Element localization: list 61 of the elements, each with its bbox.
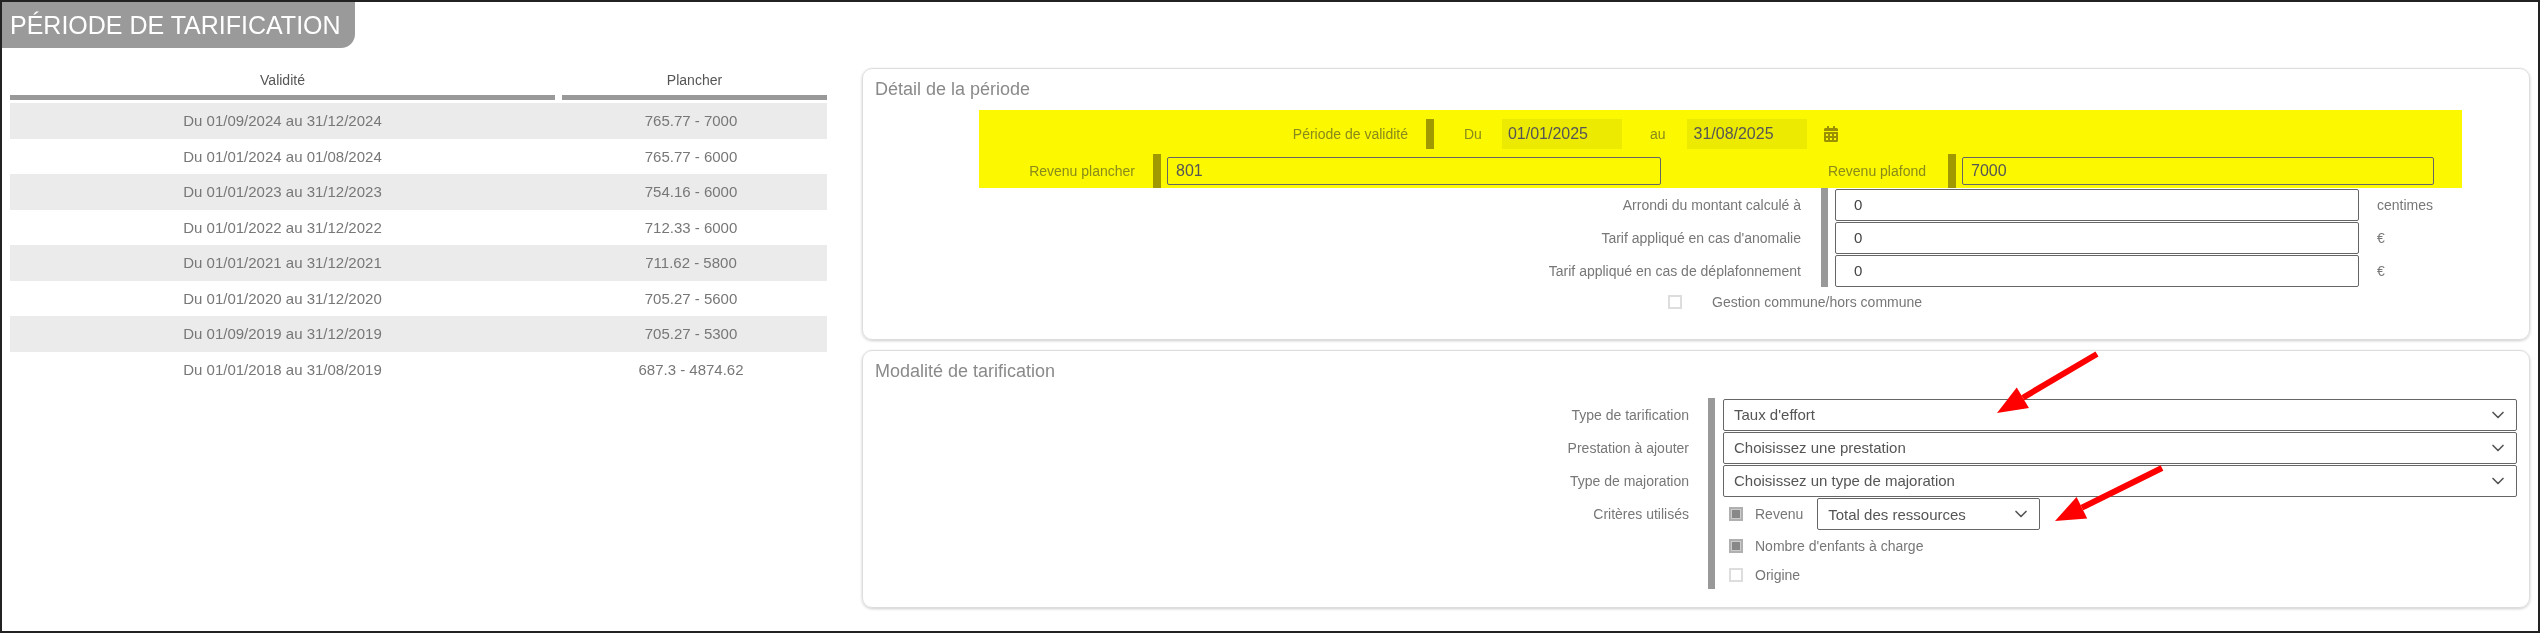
table-row[interactable]: Du 01/09/2019 au 31/12/2019 705.27 - 5300 xyxy=(10,316,827,352)
page-title: PÉRIODE DE TARIFICATION xyxy=(2,2,355,48)
checkbox-label: Gestion commune/hors commune xyxy=(1712,294,1923,310)
table-cell-text: Du 01/01/2022 au 31/12/2022 xyxy=(182,218,383,236)
checkbox[interactable] xyxy=(1729,538,1743,553)
field-label: Tarif appliqué en cas de déplafonnement xyxy=(1547,262,1801,279)
field-label: au xyxy=(1649,126,1666,142)
checkbox-label: Origine xyxy=(1755,566,1801,583)
unit-label: € xyxy=(2377,262,2385,279)
input-field[interactable]: 801 xyxy=(1167,157,1661,185)
table-row[interactable]: Du 01/01/2021 au 31/12/2021 711.62 - 5800 xyxy=(10,245,827,281)
checkbox[interactable] xyxy=(1668,295,1682,309)
table-cell-text: Du 01/01/2020 au 31/12/2020 xyxy=(182,289,383,307)
table-cell-text: Du 01/01/2023 au 31/12/2023 xyxy=(182,183,383,201)
dropdown[interactable]: Choisissez une prestation xyxy=(1723,431,2517,464)
field-label: Type de majoration xyxy=(1568,472,1689,489)
table-cell-text: 711.62 - 5800 xyxy=(644,254,738,272)
field-label: Type de tarification xyxy=(1570,406,1689,423)
unit-label: € xyxy=(2377,229,2385,246)
panel-title: Modalité de tarification xyxy=(875,361,1057,382)
checkbox-label: Nombre d'enfants à charge xyxy=(1755,537,1924,554)
dropdown[interactable]: Total des ressources xyxy=(1817,498,2041,530)
table-cell-text: 765.77 - 6000 xyxy=(643,147,739,165)
label-marker-bar xyxy=(1426,119,1434,149)
table-row[interactable]: Du 01/01/2023 au 31/12/2023 754.16 - 6000 xyxy=(10,174,827,210)
input-field[interactable]: 0 xyxy=(1835,254,2359,287)
label-marker-bar xyxy=(1948,154,1956,188)
input-field[interactable]: 0 xyxy=(1835,188,2359,221)
unit-label: centimes xyxy=(2377,196,2434,213)
table-cell-text: Du 01/09/2024 au 31/12/2024 xyxy=(182,112,383,130)
table-cell-text: Du 01/01/2024 au 01/08/2024 xyxy=(182,147,383,165)
table-cell-text: 765.77 - 7000 xyxy=(643,112,739,130)
dropdown[interactable]: Taux d'effort xyxy=(1723,398,2517,431)
table-cell-text: 705.27 - 5300 xyxy=(643,325,739,343)
date-field[interactable]: 31/08/2025 xyxy=(1687,119,1808,149)
input-field[interactable]: 7000 xyxy=(1962,157,2434,185)
dropdown[interactable]: Choisissez un type de majoration xyxy=(1723,464,2517,497)
field-label: Revenu plancher xyxy=(1028,163,1135,179)
table-cell-text: 705.27 - 5600 xyxy=(643,289,739,307)
calendar-icon[interactable] xyxy=(1823,126,1840,142)
input-field[interactable]: 0 xyxy=(1835,221,2359,254)
checkbox[interactable] xyxy=(1729,507,1743,521)
table-cell-text: Du 01/01/2021 au 31/12/2021 xyxy=(182,254,383,272)
panel-title: Détail de la période xyxy=(875,79,1032,100)
field-label: Tarif appliqué en cas d'anomalie xyxy=(1600,229,1801,246)
date-field[interactable]: 01/01/2025 xyxy=(1501,119,1622,149)
table-cell-text: 712.33 - 6000 xyxy=(643,218,739,236)
table-cell-text: Du 01/09/2019 au 31/12/2019 xyxy=(182,325,383,343)
field-label: Arrondi du montant calculé à xyxy=(1621,196,1801,213)
checkbox[interactable] xyxy=(1729,567,1743,582)
table-cell-text: 754.16 - 6000 xyxy=(643,183,739,201)
table-cell-text: 687.3 - 4874.62 xyxy=(637,360,745,378)
label-marker-bar xyxy=(1153,154,1161,188)
table-row[interactable]: Du 01/09/2024 au 31/12/2024 765.77 - 7000 xyxy=(10,103,827,139)
table-cell-text: Du 01/01/2018 au 31/08/2019 xyxy=(182,360,383,378)
field-label: Critères utilisés xyxy=(1592,506,1689,522)
field-label: Revenu plafond xyxy=(1826,163,1926,179)
checkbox-label: Revenu xyxy=(1755,506,1804,522)
field-label: Du xyxy=(1464,126,1482,142)
field-label: Période de validité xyxy=(1291,126,1408,142)
field-label: Prestation à ajouter xyxy=(1566,439,1689,456)
